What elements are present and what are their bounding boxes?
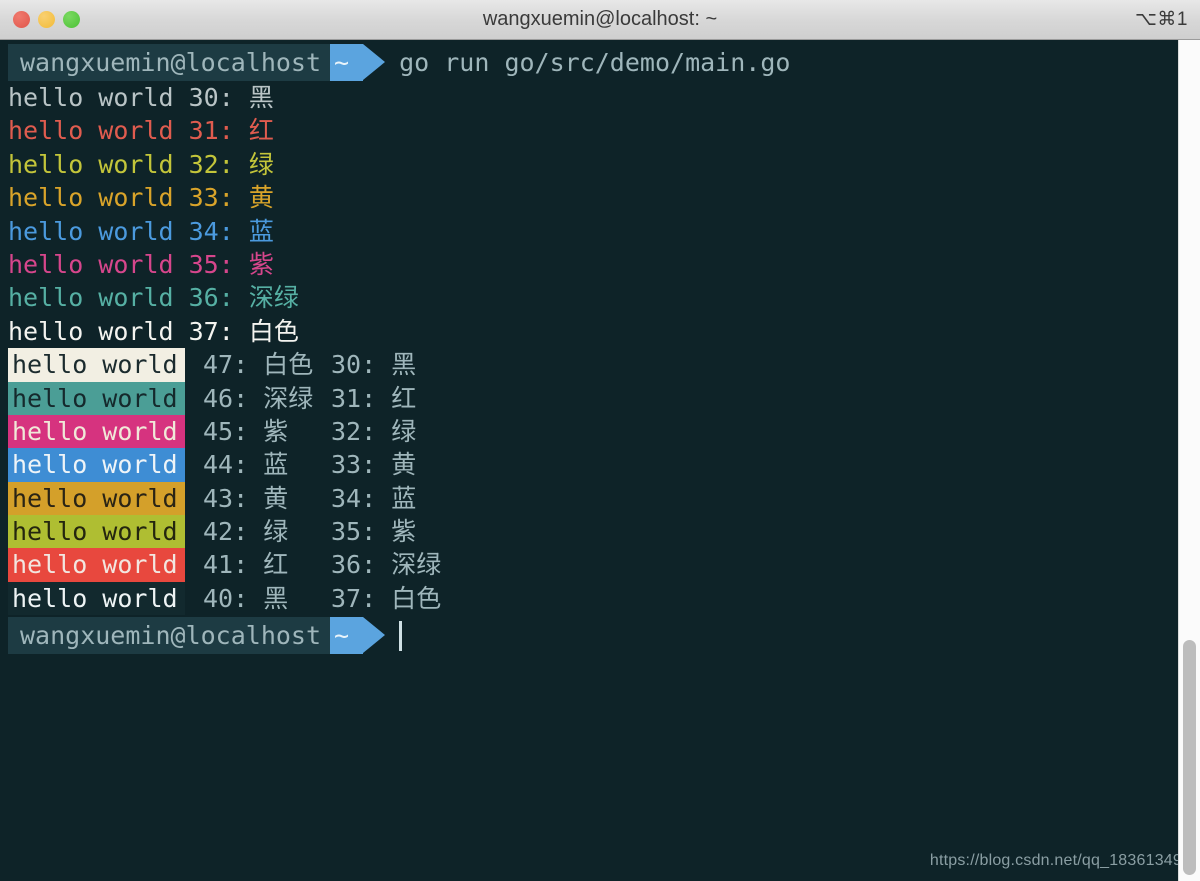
terminal-window: wangxuemin@localhost: ~ ⌥⌘1 wangxuemin@l… bbox=[0, 0, 1200, 881]
legend-item-bg: 46: 深绿 bbox=[203, 382, 331, 415]
idle-prompt-user-host: wangxuemin@localhost bbox=[8, 617, 330, 654]
legend-item-fg: 31: 红 bbox=[331, 382, 441, 415]
output-line-bg-42: hello world bbox=[8, 515, 185, 548]
idle-prompt-separator-blue-icon bbox=[363, 617, 385, 653]
legend-columns: 47: 白色46: 深绿45: 紫44: 蓝43: 黄42: 绿41: 红40:… bbox=[203, 348, 441, 615]
output-line-bg-45: hello world bbox=[8, 415, 185, 448]
prompt-separator-blue-icon bbox=[363, 44, 385, 80]
legend-item-bg: 43: 黄 bbox=[203, 482, 331, 515]
output-line-bg-44: hello world bbox=[8, 448, 185, 481]
watermark-text: https://blog.csdn.net/qq_18361349 bbox=[930, 852, 1182, 870]
legend-item-fg: 30: 黑 bbox=[331, 348, 441, 381]
vertical-scrollbar[interactable] bbox=[1178, 40, 1200, 881]
output-line-fg-35: hello world 35: 紫 bbox=[0, 248, 790, 281]
idle-prompt-path: ~ bbox=[330, 617, 363, 654]
legend-item-fg: 32: 绿 bbox=[331, 415, 441, 448]
output-line-fg-30: hello world 30: 黑 bbox=[0, 81, 790, 114]
foreground-output-block: hello world 30: 黑hello world 31: 红hello … bbox=[0, 81, 790, 348]
legend-item-fg: 35: 紫 bbox=[331, 515, 441, 548]
prompt-line-idle[interactable]: wangxuemin@localhost ~ bbox=[0, 617, 790, 654]
output-line-bg-46: hello world bbox=[8, 382, 185, 415]
window-shortcut-label: ⌥⌘1 bbox=[1135, 0, 1188, 39]
legend-background-codes: 47: 白色46: 深绿45: 紫44: 蓝43: 黄42: 绿41: 红40:… bbox=[203, 348, 331, 615]
legend-item-fg: 36: 深绿 bbox=[331, 548, 441, 581]
window-titlebar[interactable]: wangxuemin@localhost: ~ ⌥⌘1 bbox=[0, 0, 1200, 40]
legend-item-bg: 42: 绿 bbox=[203, 515, 331, 548]
output-line-bg-40: hello world bbox=[8, 582, 185, 615]
output-line-bg-43: hello world bbox=[8, 482, 185, 515]
output-line-bg-41: hello world bbox=[8, 548, 185, 581]
background-output-block: hello worldhello worldhello worldhello w… bbox=[0, 348, 790, 615]
output-line-fg-36: hello world 36: 深绿 bbox=[0, 281, 790, 314]
legend-item-bg: 40: 黑 bbox=[203, 582, 331, 615]
legend-item-fg: 33: 黄 bbox=[331, 448, 441, 481]
terminal-content[interactable]: wangxuemin@localhost ~ go run go/src/dem… bbox=[0, 40, 1200, 881]
legend-item-bg: 47: 白色 bbox=[203, 348, 331, 381]
legend-foreground-codes: 30: 黑31: 红32: 绿33: 黄34: 蓝35: 紫36: 深绿37: … bbox=[331, 348, 441, 615]
output-line-fg-37: hello world 37: 白色 bbox=[0, 315, 790, 348]
window-title: wangxuemin@localhost: ~ bbox=[0, 0, 1200, 39]
output-line-fg-34: hello world 34: 蓝 bbox=[0, 215, 790, 248]
output-line-bg-47: hello world bbox=[8, 348, 185, 381]
output-line-fg-32: hello world 32: 绿 bbox=[0, 148, 790, 181]
scrollbar-thumb[interactable] bbox=[1183, 640, 1196, 875]
legend-item-bg: 45: 紫 bbox=[203, 415, 331, 448]
prompt-line-command: wangxuemin@localhost ~ go run go/src/dem… bbox=[0, 44, 790, 81]
prompt-path: ~ bbox=[330, 44, 363, 81]
legend-item-bg: 41: 红 bbox=[203, 548, 331, 581]
prompt-command-text: go run go/src/demo/main.go bbox=[385, 44, 790, 81]
text-cursor bbox=[399, 621, 402, 651]
legend-item-fg: 37: 白色 bbox=[331, 582, 441, 615]
legend-item-bg: 44: 蓝 bbox=[203, 448, 331, 481]
output-line-fg-33: hello world 33: 黄 bbox=[0, 181, 790, 214]
background-swatch-column: hello worldhello worldhello worldhello w… bbox=[8, 348, 185, 615]
prompt-user-host: wangxuemin@localhost bbox=[8, 44, 330, 81]
legend-item-fg: 34: 蓝 bbox=[331, 482, 441, 515]
output-line-fg-31: hello world 31: 红 bbox=[0, 114, 790, 147]
